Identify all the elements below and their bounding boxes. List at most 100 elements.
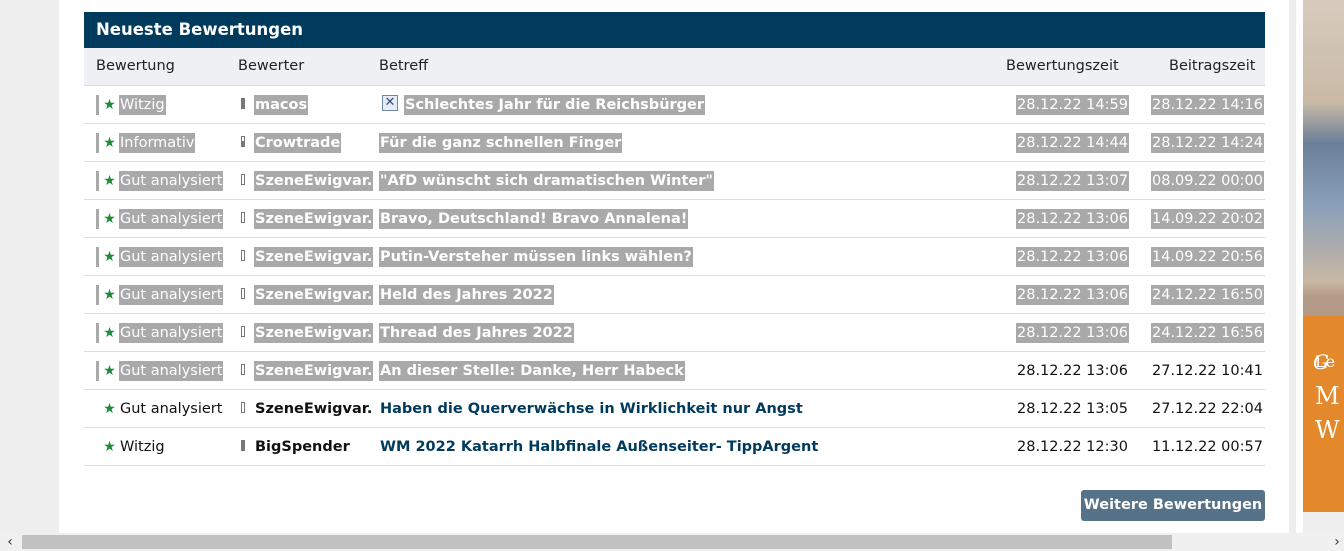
selection-bar <box>96 247 99 267</box>
rating-label: Gut analysiert <box>119 323 224 343</box>
rated-at: 28.12.22 13:07 <box>1016 171 1129 191</box>
star-icon: ★ <box>103 325 116 341</box>
posted-at: 24.12.22 16:56 <box>1151 323 1264 343</box>
table-row: ★ Witzig macos ✕ Schlechtes Jahr für die… <box>84 86 1265 124</box>
subject-link[interactable]: Held des Jahres 2022 <box>379 285 554 305</box>
ad-text-line-1: Le <box>1315 352 1336 371</box>
scrollbar-thumb[interactable] <box>22 535 1172 549</box>
subject-link[interactable]: "AfD wünscht sich dramatischen Winter" <box>379 171 714 191</box>
ad-text-line-2: M <box>1315 382 1340 410</box>
advertisement-banner[interactable]: G Le M W <box>1303 0 1344 512</box>
star-icon: ★ <box>103 97 116 113</box>
rater-name[interactable]: SzeneEwigvar. <box>254 285 374 305</box>
star-icon: ★ <box>103 135 116 151</box>
more-ratings-button[interactable]: Weitere Bewertungen <box>1081 490 1265 521</box>
selection-bar <box>96 361 99 381</box>
subject-link[interactable]: Für die ganz schnellen Finger <box>379 133 623 153</box>
rater-name[interactable]: macos <box>254 95 309 115</box>
rank-bar-icon <box>241 98 245 109</box>
selection-bar <box>96 133 99 153</box>
rated-at: 28.12.22 13:06 <box>1016 323 1129 343</box>
selection-bar <box>96 209 99 229</box>
selection-bar <box>96 95 99 115</box>
rating-label: Gut analysiert <box>120 401 223 417</box>
rated-at: 28.12.22 14:59 <box>1016 95 1129 115</box>
column-header-row: Bewertung Bewerter Betreff Bewertungszei… <box>84 48 1265 86</box>
subject-link[interactable]: Thread des Jahres 2022 <box>379 323 574 343</box>
rated-at: 28.12.22 12:30 <box>1017 439 1128 455</box>
rater-name[interactable]: SzeneEwigvar. <box>254 209 374 229</box>
rater-name[interactable]: BigSpender <box>254 437 351 457</box>
chevron-right-icon[interactable]: › <box>1330 533 1344 551</box>
rank-bar-icon <box>241 174 245 185</box>
rater-name[interactable]: SzeneEwigvar. <box>254 399 373 419</box>
horizontal-scrollbar[interactable]: ‹ › <box>0 533 1344 551</box>
rated-at: 28.12.22 13:05 <box>1017 401 1128 417</box>
rank-bar-icon <box>241 440 245 451</box>
rater-name[interactable]: SzeneEwigvar. <box>254 247 374 267</box>
posted-at: 14.09.22 20:56 <box>1151 247 1264 267</box>
star-icon: ★ <box>103 401 116 417</box>
rating-label: Gut analysiert <box>119 171 224 191</box>
star-icon: ★ <box>103 211 116 227</box>
table-row: ★ Gut analysiert SzeneEwigvar. Thread de… <box>84 314 1265 352</box>
image-placeholder-icon: ✕ <box>382 95 398 111</box>
star-icon: ★ <box>103 173 116 189</box>
rank-bar-icon <box>241 326 245 337</box>
star-icon: ★ <box>103 439 116 455</box>
panel-title: Neueste Bewertungen <box>84 12 1265 48</box>
rating-label: Witzig <box>120 439 165 455</box>
table-row: ★ Witzig BigSpender WM 2022 Katarrh Halb… <box>84 428 1265 466</box>
rater-name[interactable]: Crowtrade <box>254 133 342 153</box>
column-rating[interactable]: Bewertung <box>96 58 175 74</box>
rated-at: 28.12.22 13:06 <box>1016 285 1129 305</box>
posted-at: 14.09.22 20:02 <box>1151 209 1264 229</box>
posted-at: 27.12.22 22:04 <box>1152 401 1263 417</box>
rank-bar-icon <box>241 136 245 147</box>
subject-link[interactable]: WM 2022 Katarrh Halbfinale Außenseiter- … <box>379 437 819 457</box>
rank-bar-icon <box>241 288 245 299</box>
column-rater[interactable]: Bewerter <box>238 58 304 74</box>
subject-link[interactable]: An dieser Stelle: Danke, Herr Habeck <box>379 361 685 381</box>
rank-bar-icon <box>241 250 245 261</box>
ad-text-line-3: W <box>1315 416 1340 444</box>
rated-at: 28.12.22 14:44 <box>1016 133 1129 153</box>
table-row: ★ Informativ Crowtrade Für die ganz schn… <box>84 124 1265 162</box>
rating-label: Gut analysiert <box>119 247 224 267</box>
posted-at: 08.09.22 00:00 <box>1151 171 1264 191</box>
column-rated-at[interactable]: Bewertungszeit <box>1006 58 1119 74</box>
rated-at: 28.12.22 13:06 <box>1017 363 1128 379</box>
selection-bar <box>96 323 99 343</box>
posted-at: 28.12.22 14:16 <box>1151 95 1264 115</box>
subject-link[interactable]: Bravo, Deutschland! Bravo Annalena! <box>379 209 689 229</box>
rated-at: 28.12.22 13:06 <box>1016 247 1129 267</box>
star-icon: ★ <box>103 249 116 265</box>
chevron-left-icon[interactable]: ‹ <box>2 533 18 551</box>
rank-bar-icon <box>241 402 245 413</box>
posted-at: 28.12.22 14:24 <box>1151 133 1264 153</box>
rating-label: Informativ <box>119 133 196 153</box>
selection-bar <box>96 171 99 191</box>
posted-at: 27.12.22 10:41 <box>1152 363 1263 379</box>
column-posted-at[interactable]: Beitragszeit <box>1169 58 1255 74</box>
column-subject[interactable]: Betreff <box>379 58 428 74</box>
rated-at: 28.12.22 13:06 <box>1016 209 1129 229</box>
rater-name[interactable]: SzeneEwigvar. <box>254 171 374 191</box>
star-icon: ★ <box>103 363 116 379</box>
subject-link[interactable]: Haben die Querverwächse in Wirklichkeit … <box>379 399 804 419</box>
rater-name[interactable]: SzeneEwigvar. <box>254 323 374 343</box>
table-row: ★ Gut analysiert SzeneEwigvar. Held des … <box>84 276 1265 314</box>
star-icon: ★ <box>103 287 116 303</box>
subject-link[interactable]: Schlechtes Jahr für die Reichsbürger <box>404 95 706 115</box>
table-row: ★ Gut analysiert SzeneEwigvar. Haben die… <box>84 390 1265 428</box>
ad-separator <box>1296 0 1303 551</box>
advertisement-panel[interactable]: G Le M W <box>1303 316 1344 512</box>
table-row: ★ Gut analysiert SzeneEwigvar. An dieser… <box>84 352 1265 390</box>
subject-link[interactable]: Putin-Versteher müssen links wählen? <box>379 247 693 267</box>
rater-name[interactable]: SzeneEwigvar. <box>254 361 374 381</box>
selection-bar <box>96 285 99 305</box>
posted-at: 24.12.22 16:50 <box>1151 285 1264 305</box>
table-row: ★ Gut analysiert SzeneEwigvar. Putin-Ver… <box>84 238 1265 276</box>
rating-label: Witzig <box>119 95 166 115</box>
table-row: ★ Gut analysiert SzeneEwigvar. Bravo, De… <box>84 200 1265 238</box>
